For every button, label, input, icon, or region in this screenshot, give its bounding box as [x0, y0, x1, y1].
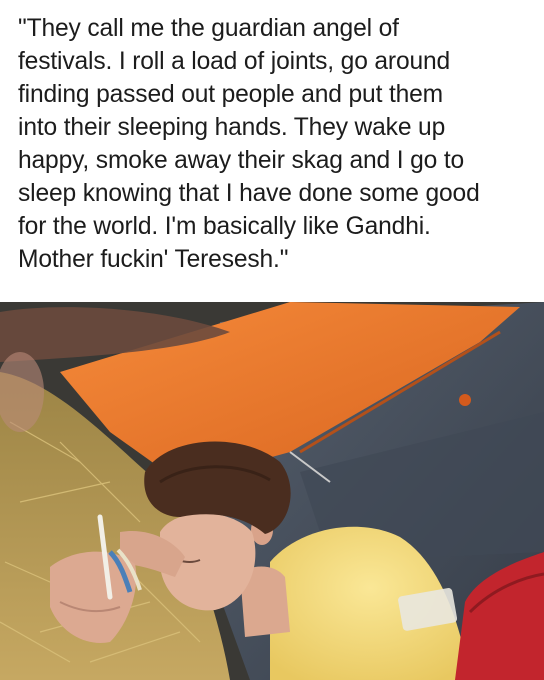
- tent-toggle: [459, 394, 471, 406]
- photo-illustration: [0, 302, 544, 680]
- meme-photo: [0, 302, 544, 680]
- caption-panel: "They call me the guardian angel of fest…: [0, 0, 544, 302]
- caption-text: "They call me the guardian angel of fest…: [18, 15, 480, 273]
